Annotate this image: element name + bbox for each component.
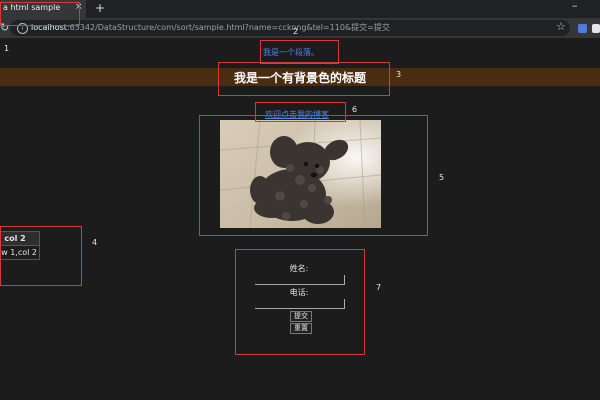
annotation-box-3: [218, 62, 390, 96]
annotation-box-6: [255, 102, 346, 122]
annotation-number: 4: [92, 238, 98, 247]
annotation-number: 2: [293, 27, 299, 36]
tab-strip: [0, 0, 600, 18]
new-tab-icon[interactable]: +: [95, 1, 105, 15]
annotation-box-2: [260, 40, 339, 64]
annotation-box-4: [0, 226, 82, 286]
annotation-box-1: [0, 2, 80, 26]
annotation-number: 6: [352, 105, 358, 114]
annotation-box-5: [199, 115, 428, 236]
extension-icon[interactable]: [592, 24, 600, 33]
annotation-number: 3: [396, 70, 402, 79]
translate-extension-icon[interactable]: [578, 24, 587, 33]
annotation-number: 7: [376, 283, 382, 292]
bookmark-star-icon[interactable]: ☆: [556, 20, 566, 33]
minimize-icon[interactable]: –: [572, 0, 578, 12]
annotation-box-7: [235, 249, 365, 355]
annotation-number: 5: [439, 173, 445, 182]
url-path: :63342/DataStructure/com/sort/sample.htm…: [66, 23, 390, 32]
annotation-number: 1: [4, 44, 10, 53]
url-text[interactable]: localhost:63342/DataStructure/com/sort/s…: [31, 22, 390, 33]
